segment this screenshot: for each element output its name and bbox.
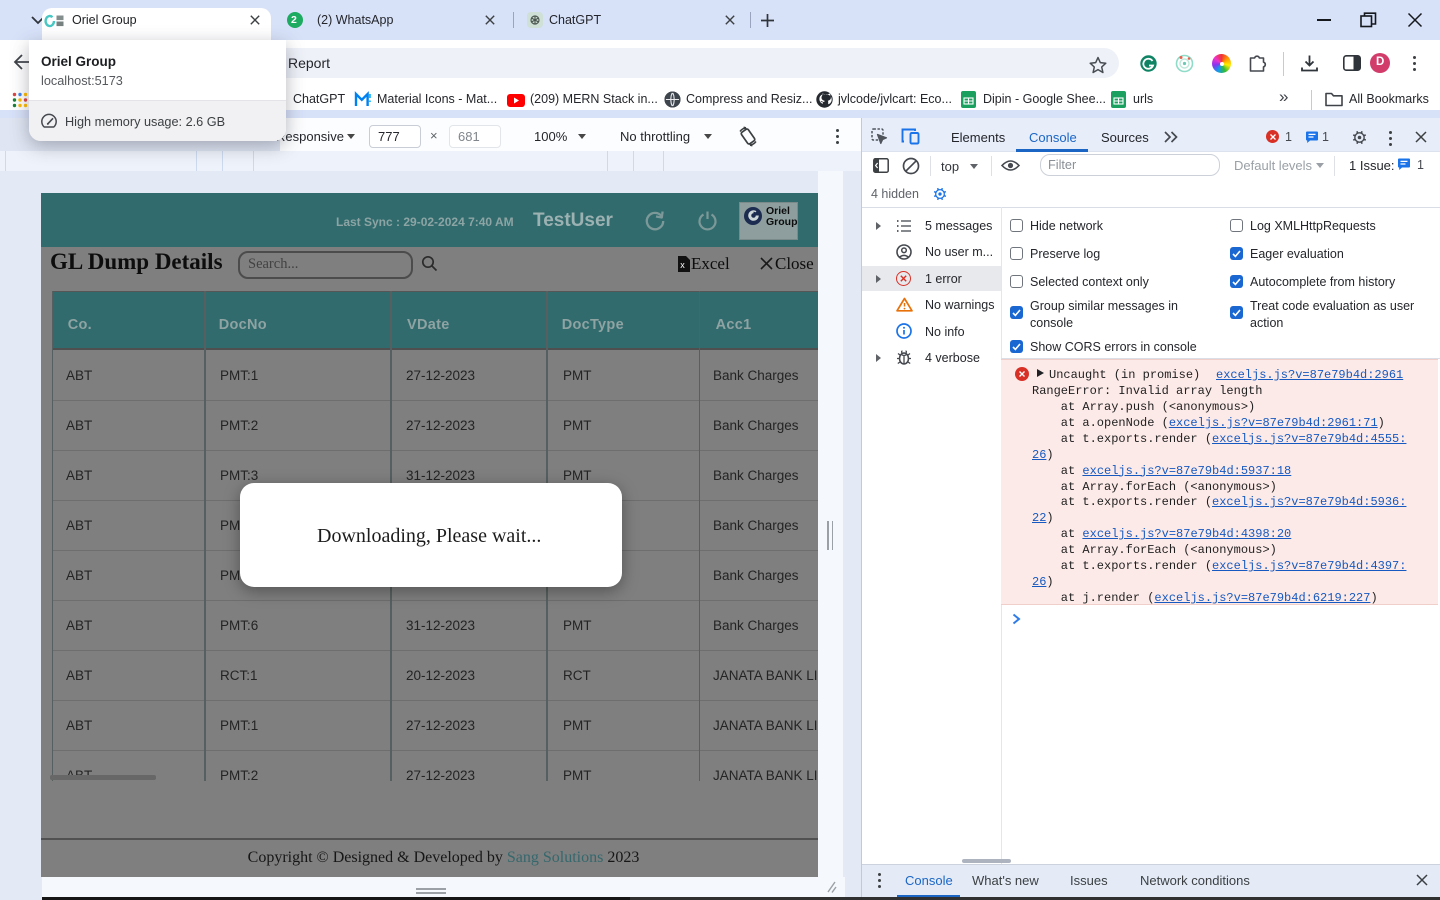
svg-text:x: x xyxy=(680,260,685,270)
